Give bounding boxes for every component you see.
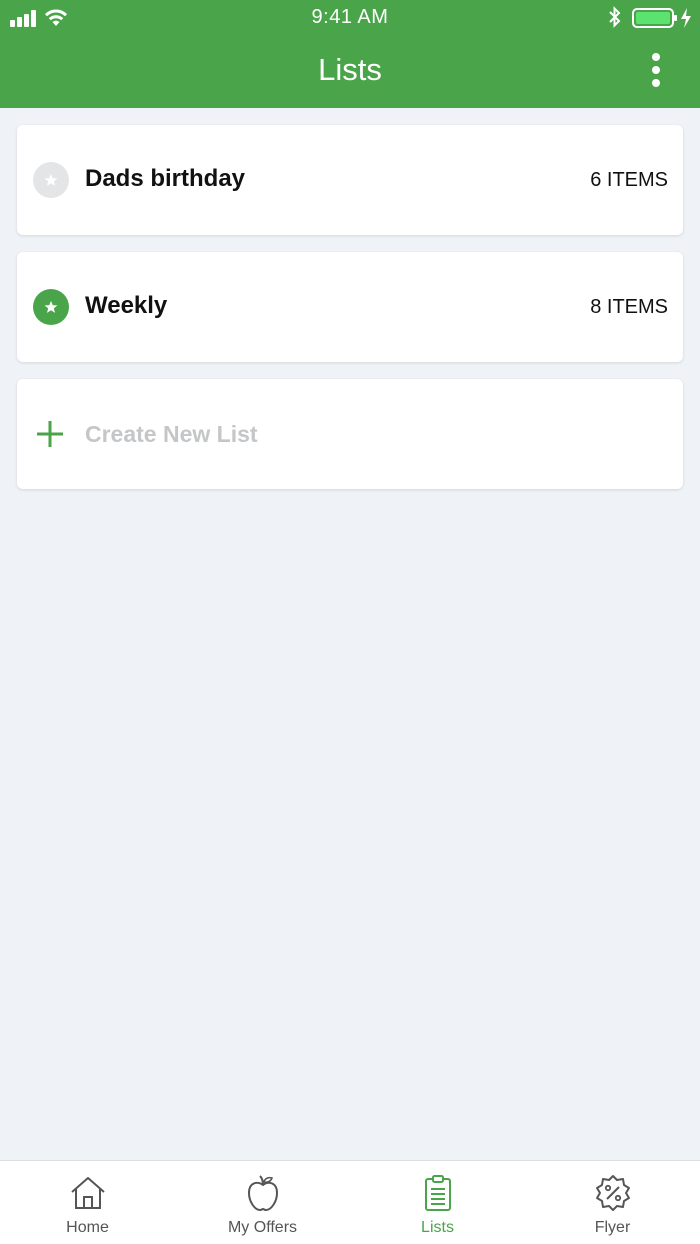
percent-badge-icon xyxy=(595,1175,630,1211)
list-name: Weekly xyxy=(85,292,168,319)
dot-icon xyxy=(652,66,660,74)
tab-label: Home xyxy=(66,1219,109,1236)
plus-icon xyxy=(37,421,63,447)
tab-label: My Offers xyxy=(227,1219,298,1236)
app-header: 9:41 AM Lists xyxy=(0,0,700,108)
tab-flyer[interactable]: Flyer xyxy=(525,1161,700,1244)
status-time: 9:41 AM xyxy=(311,6,389,28)
favorite-toggle[interactable] xyxy=(33,162,69,198)
status-bar: 9:41 AM xyxy=(0,0,700,36)
home-icon xyxy=(70,1177,105,1209)
list-item-count: 8 ITEMS xyxy=(590,296,668,318)
list-item-count: 6 ITEMS xyxy=(590,169,668,191)
tab-label: Flyer xyxy=(594,1219,631,1236)
clipboard-icon xyxy=(424,1175,451,1211)
star-icon xyxy=(44,300,58,313)
favorite-toggle[interactable] xyxy=(33,289,69,325)
bluetooth-icon xyxy=(609,6,621,28)
apple-icon xyxy=(247,1175,278,1212)
more-options-button[interactable] xyxy=(640,50,672,90)
tab-lists[interactable]: Lists xyxy=(350,1161,525,1244)
tab-home[interactable]: Home xyxy=(0,1161,175,1244)
tab-label: Lists xyxy=(421,1219,454,1236)
star-icon xyxy=(44,173,58,186)
charging-icon xyxy=(681,8,691,28)
list-name: Dads birthday xyxy=(85,165,246,192)
dot-icon xyxy=(652,53,660,61)
tab-bar: Home My Offers Lists Flyer xyxy=(0,1160,700,1244)
create-new-list-label: Create New List xyxy=(85,421,258,447)
list-item[interactable]: Dads birthday 6 ITEMS xyxy=(17,125,683,235)
tab-my-offers[interactable]: My Offers xyxy=(175,1161,350,1244)
dot-icon xyxy=(652,79,660,87)
lists-screen: 9:41 AM Lists Dads birthday 6 ITEMS Week… xyxy=(0,0,700,1244)
list-item[interactable]: Weekly 8 ITEMS xyxy=(17,252,683,362)
page-title: Lists xyxy=(318,52,382,87)
battery-icon xyxy=(632,8,677,28)
create-new-list-button[interactable]: Create New List xyxy=(17,379,683,489)
